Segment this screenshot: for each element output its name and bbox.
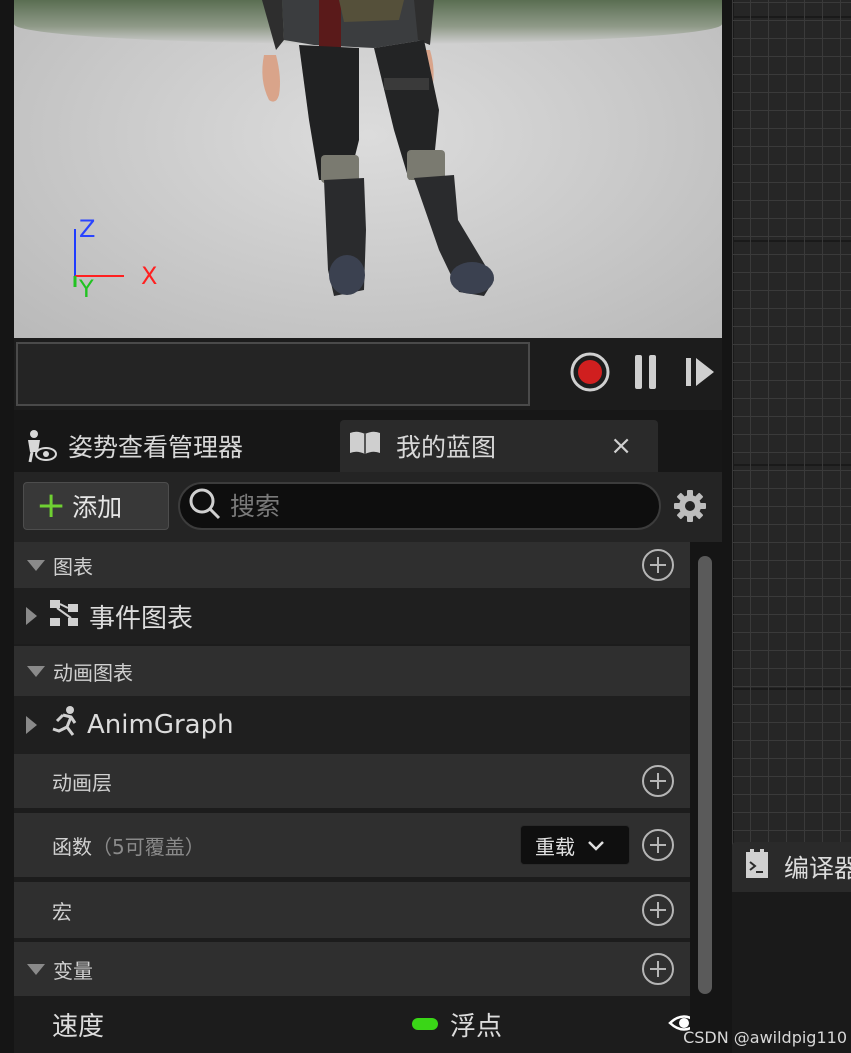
tab-compiler-results[interactable]: 编译器 — [732, 842, 851, 892]
override-dropdown[interactable]: 重载 — [520, 825, 630, 865]
macros-label: 宏 — [52, 899, 72, 924]
override-label: 重载 — [535, 834, 575, 859]
chevron-down-icon — [587, 833, 605, 857]
functions-label: 函数 — [52, 834, 92, 859]
list-item-anim-layers[interactable]: 动画层 — [14, 754, 690, 808]
compiler-log-icon — [744, 848, 770, 886]
scrollbar-thumb[interactable] — [698, 556, 712, 994]
event-graph-label: 事件图表 — [89, 603, 194, 634]
add-graph-button[interactable] — [642, 549, 674, 581]
panel-tab-bar: 姿势查看管理器 我的蓝图 × — [14, 410, 722, 472]
pause-icon — [631, 353, 661, 395]
event-graph-icon — [49, 598, 79, 635]
search-input[interactable] — [230, 491, 630, 521]
playback-bar — [14, 338, 722, 410]
add-button-label: 添加 — [72, 493, 123, 522]
axis-x-label: X — [141, 262, 158, 290]
book-icon — [348, 429, 382, 463]
plus-icon: + — [36, 485, 67, 526]
record-button[interactable] — [568, 352, 612, 396]
variable-type-label: 浮点 — [450, 1012, 503, 1042]
collapse-arrow-icon[interactable] — [27, 963, 45, 975]
add-button[interactable]: + 添加 — [23, 482, 169, 530]
section-anim-graphs[interactable]: 动画图表 — [14, 646, 690, 696]
add-macro-button[interactable] — [642, 894, 674, 926]
section-variables[interactable]: 变量 — [14, 942, 690, 996]
step-forward-icon — [683, 355, 717, 393]
tab-pose-watch-manager[interactable]: 姿势查看管理器 — [22, 420, 243, 472]
blueprint-members-list: 图表 事件图表 动画图表 AnimGraph 动画层 函数 （5可覆盖） 重载 — [14, 542, 690, 1053]
timeline-scrubber[interactable] — [16, 342, 530, 406]
collapse-arrow-icon[interactable] — [27, 665, 45, 677]
pose-watch-icon — [22, 428, 58, 464]
step-forward-button[interactable] — [678, 352, 722, 396]
running-figure-icon — [49, 705, 81, 746]
section-graphs-label: 图表 — [53, 554, 93, 579]
axis-gizmo: Z X Y — [69, 215, 179, 305]
section-variables-label: 变量 — [53, 958, 93, 983]
variable-type-pill[interactable] — [412, 1018, 438, 1030]
expand-arrow-icon[interactable] — [26, 607, 37, 625]
tab-my-blueprint-label: 我的蓝图 — [396, 433, 497, 462]
compiler-tab-label: 编译器 — [784, 854, 851, 883]
record-icon — [570, 352, 610, 396]
list-scrollbar[interactable] — [690, 542, 722, 1053]
axis-y-label: Y — [79, 275, 94, 303]
pause-button[interactable] — [624, 352, 668, 396]
anim-graph-label: AnimGraph — [87, 710, 234, 740]
add-variable-button[interactable] — [642, 953, 674, 985]
list-item-functions[interactable]: 函数 （5可覆盖） 重载 — [14, 813, 690, 877]
section-anim-graphs-label: 动画图表 — [53, 660, 133, 685]
axis-z-label: Z — [79, 215, 96, 243]
search-icon — [188, 487, 222, 525]
list-item-event-graph[interactable]: 事件图表 — [14, 588, 690, 644]
list-item-anim-graph[interactable]: AnimGraph — [14, 696, 690, 754]
anim-layers-label: 动画层 — [52, 770, 112, 795]
add-function-button[interactable] — [642, 829, 674, 861]
preview-viewport[interactable]: Z X Y — [14, 0, 722, 338]
list-item-variable-speed[interactable]: 速度 浮点 — [14, 996, 690, 1053]
tab-pose-watch-label: 姿势查看管理器 — [68, 433, 244, 462]
tab-my-blueprint[interactable]: 我的蓝图 × — [340, 420, 658, 472]
functions-count: （5可覆盖） — [92, 834, 205, 859]
gear-icon[interactable] — [672, 488, 708, 524]
left-border — [0, 0, 14, 1053]
add-anim-layer-button[interactable] — [642, 765, 674, 797]
search-field[interactable] — [178, 482, 661, 530]
list-item-macros[interactable]: 宏 — [14, 882, 690, 938]
watermark: CSDN @awildpig110 — [683, 1028, 847, 1047]
panel-divider[interactable] — [722, 0, 732, 1053]
collapse-arrow-icon[interactable] — [27, 559, 45, 571]
close-icon[interactable]: × — [610, 431, 632, 461]
blueprint-toolbar: + 添加 — [14, 472, 722, 542]
section-graphs[interactable]: 图表 — [14, 542, 690, 588]
variable-name: 速度 — [52, 1012, 105, 1042]
expand-arrow-icon[interactable] — [26, 716, 37, 734]
